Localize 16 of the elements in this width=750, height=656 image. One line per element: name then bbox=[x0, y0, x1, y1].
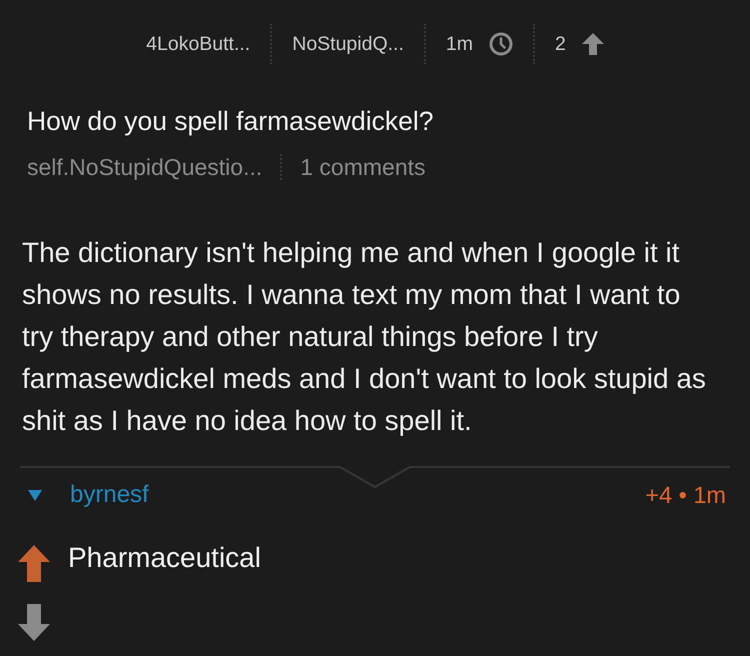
comment-text: Pharmaceutical bbox=[68, 543, 261, 573]
upvote-arrow-icon[interactable] bbox=[18, 545, 50, 582]
downvote-arrow-icon[interactable] bbox=[18, 604, 50, 641]
comment-score-age: +4 • 1m bbox=[645, 482, 726, 508]
post-title[interactable]: How do you spell farmasewdickel? bbox=[27, 106, 434, 136]
post-age: 1m bbox=[446, 32, 473, 57]
collapse-triangle-icon[interactable] bbox=[28, 490, 42, 500]
post-domain[interactable]: self.NoStupidQuestio... bbox=[27, 153, 262, 181]
comment-author[interactable]: byrnesf bbox=[70, 482, 149, 508]
up-arrow-icon[interactable] bbox=[582, 33, 604, 55]
subreddit-name[interactable]: NoStupidQ... bbox=[292, 28, 404, 60]
author-name[interactable]: 4LokoButt... bbox=[146, 28, 250, 60]
comment-count[interactable]: 1 comments bbox=[300, 153, 426, 181]
post-score: 2 bbox=[554, 32, 566, 57]
post-body-text: The dictionary isn't helping me and when I google it it shows no results. I wanna text my mom that I want to try therapy and other natural things before I try farmasewdickel meds and I don't want to look stupid as shit as I have no idea how to spell it. bbox=[22, 236, 707, 438]
clock-icon bbox=[488, 32, 513, 56]
